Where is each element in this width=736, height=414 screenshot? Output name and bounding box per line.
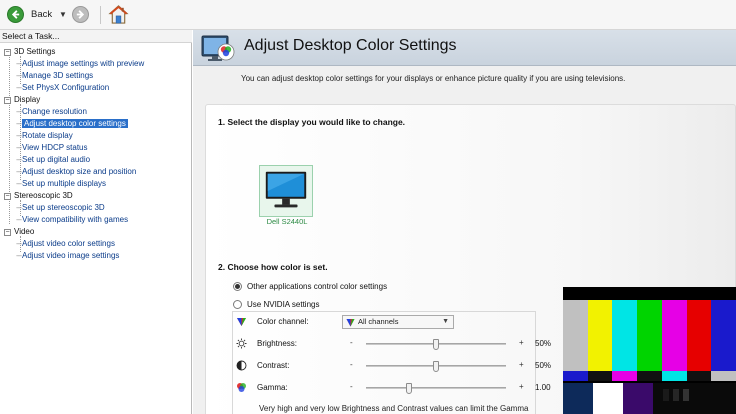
brightness-minus[interactable]: - [350,338,353,347]
contrast-row: Contrast: - + 50% [233,359,551,373]
collapse-icon[interactable]: − [4,97,11,104]
contrast-icon [236,360,247,371]
toolbar-separator [100,6,101,24]
contrast-slider[interactable] [366,361,506,372]
color-bar-2 [612,300,638,371]
home-icon [108,5,129,24]
tree-category-video[interactable]: − Video [4,226,34,238]
color-test-pattern [563,287,736,414]
color-bar-1 [587,300,613,371]
task-set-up-digital-audio[interactable]: ---Set up digital audio [16,154,90,166]
task-set-physx-configuration[interactable]: ---Set PhysX Configuration [16,82,109,94]
task-view-compatibility-with-games[interactable]: ---View compatibility with games [16,214,128,226]
task-panel-title: Select a Task... [0,30,192,43]
gamma-icon [237,383,246,392]
brightness-slider-thumb[interactable] [433,339,439,350]
brightness-value: 50% [535,339,552,348]
gamma-plus[interactable]: + [519,382,524,391]
page-description: You can adjust desktop color settings fo… [241,74,626,83]
page-title: Adjust Desktop Color Settings [244,37,457,54]
color-channel-icon [237,318,246,326]
back-history-dropdown-icon[interactable]: ▼ [59,10,67,19]
task-adjust-video-image-settings[interactable]: ---Adjust video image settings [16,250,119,262]
strip-swatch-6 [711,371,736,381]
brightness-slider[interactable] [366,339,506,350]
strip-swatch-2 [612,371,638,381]
strip-swatch-0 [563,371,588,381]
task-adjust-video-color-settings[interactable]: ---Adjust video color settings [16,238,115,250]
tree-category-display[interactable]: − Display [4,94,40,106]
brightness-row: Brightness: - + 50% [233,337,551,351]
contrast-plus[interactable]: + [519,360,524,369]
color-bar-3 [637,300,662,371]
task-panel: Select a Task... −3D Settings ---Adjust … [0,30,192,414]
brightness-icon [236,338,247,349]
gamma-range-note: Very high and very low Brightness and Co… [259,404,529,413]
pluge-bars [563,383,736,414]
color-bar-5 [686,300,712,371]
display-tile-dell-s2440l[interactable] [259,165,313,217]
radio-button-unselected[interactable] [233,300,242,309]
radio-other-applications[interactable]: Other applications control color setting… [233,282,387,291]
strip-swatch-1 [587,371,613,381]
collapse-icon[interactable]: − [4,229,11,236]
color-reference-strip [563,371,736,381]
gamma-value: 1.00 [535,383,551,392]
section-choose-color-title: 2. Choose how color is set. [218,262,328,272]
tree-category-stereoscopic-3d[interactable]: − Stereoscopic 3D [4,190,73,202]
tree-category-3d-settings[interactable]: −3D Settings [4,46,55,58]
back-button[interactable] [7,6,24,23]
task-view-hdcp-status[interactable]: ---View HDCP status [16,142,88,154]
task-manage-3d-settings[interactable]: ---Manage 3D settings [16,70,93,82]
back-arrow-icon [11,10,20,19]
page-header: Adjust Desktop Color Settings [193,30,736,66]
task-adjust-desktop-color-settings[interactable]: --- Adjust desktop color settings [16,118,128,130]
task-adjust-image-settings-with-preview[interactable]: ---Adjust image settings with preview [16,58,144,70]
task-set-up-stereoscopic-3d[interactable]: ---Set up stereoscopic 3D [16,202,105,214]
chevron-down-icon[interactable]: ▼ [442,316,449,328]
gamma-slider[interactable] [366,383,506,394]
gamma-slider-thumb[interactable] [406,383,412,394]
color-bar-0 [563,300,588,371]
collapse-icon[interactable]: − [4,193,11,200]
nvidia-color-settings-group: Color channel: All channels ▼ Brightness… [232,311,551,414]
color-bars [563,300,736,371]
forward-arrow-icon [76,10,85,19]
display-color-settings-icon [201,35,235,61]
color-channel-row: Color channel: All channels ▼ [233,315,537,329]
contrast-value: 50% [535,361,552,370]
radio-button-selected[interactable] [233,282,242,291]
back-label[interactable]: Back [31,9,52,20]
display-name-label[interactable]: Dell S2440L [262,217,312,226]
contrast-slider-thumb[interactable] [433,361,439,372]
task-change-resolution[interactable]: ---Change resolution [16,106,87,118]
rgb-channels-icon [346,319,355,327]
contrast-minus[interactable]: - [350,360,353,369]
radio-use-nvidia-settings[interactable]: Use NVIDIA settings [233,300,319,309]
color-bar-4 [661,300,687,371]
brightness-plus[interactable]: + [519,338,524,347]
color-bar-6 [711,300,736,371]
strip-swatch-5 [686,371,712,381]
monitor-icon [265,171,307,208]
forward-button[interactable] [72,6,89,23]
section-select-display-title: 1. Select the display you would like to … [218,117,406,127]
toolbar: Back ▼ [0,0,736,30]
strip-swatch-4 [661,371,687,381]
task-adjust-desktop-size-and-position[interactable]: ---Adjust desktop size and position [16,166,136,178]
strip-swatch-3 [637,371,662,381]
task-rotate-display[interactable]: ---Rotate display [16,130,73,142]
task-set-up-multiple-displays[interactable]: ---Set up multiple displays [16,178,106,190]
collapse-icon[interactable]: − [4,49,11,56]
gamma-minus[interactable]: - [350,382,353,391]
gamma-row: Gamma: - + 1.00 [233,381,551,395]
home-button[interactable] [108,4,129,25]
color-channel-select[interactable]: All channels ▼ [342,315,454,329]
